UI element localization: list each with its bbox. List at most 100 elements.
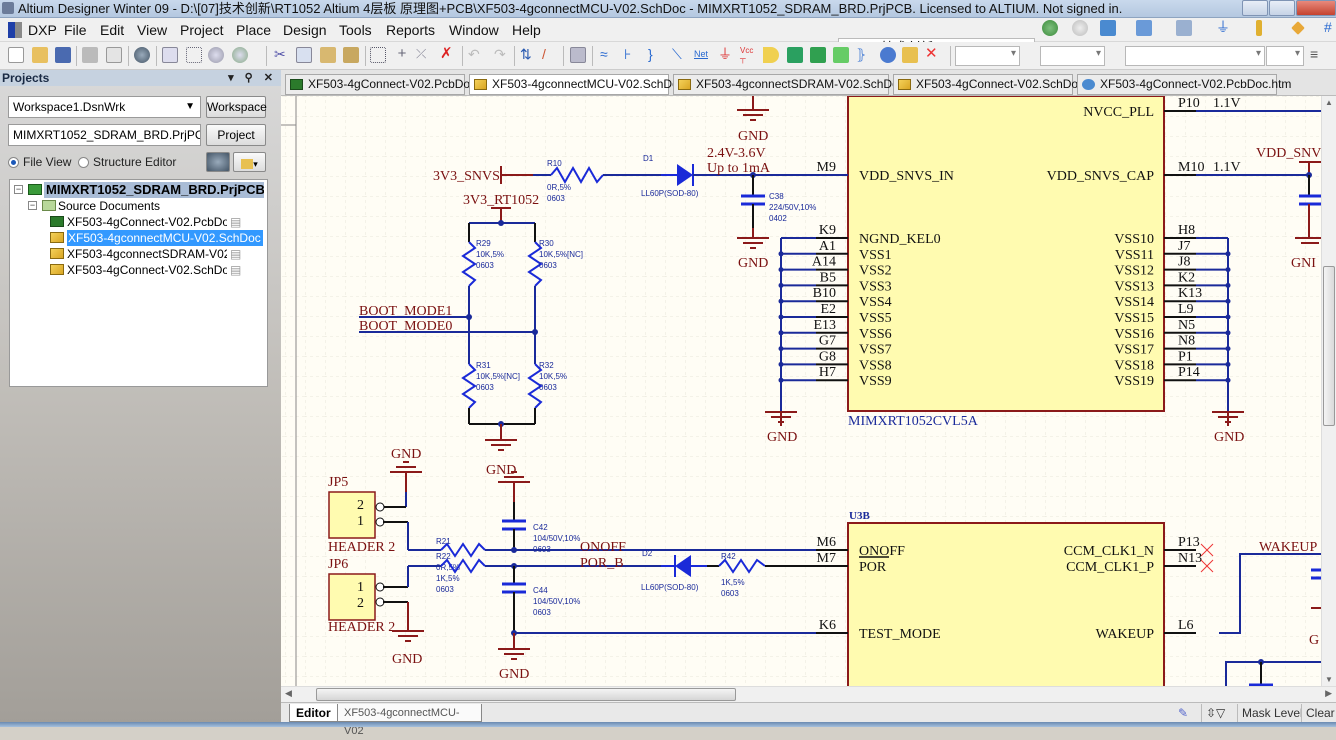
menu-tools[interactable]: Tools	[339, 21, 372, 39]
tab-sdram-schdoc[interactable]: XF503-4gconnectSDRAM-V02.SchDoc	[673, 74, 905, 95]
filter-icon[interactable]: ⇳▽	[1201, 704, 1229, 722]
clear-button[interactable]: Clear	[1301, 704, 1336, 722]
print-preview-icon[interactable]	[106, 47, 122, 63]
place-part-icon[interactable]	[763, 47, 779, 63]
open-folder-icon[interactable]	[32, 47, 48, 63]
grid-icon[interactable]: #	[1324, 20, 1336, 36]
menu-file[interactable]: File	[64, 21, 87, 39]
no-erc-icon[interactable]: ✕	[925, 46, 941, 63]
scroll-left-icon[interactable]: ◀	[285, 688, 292, 699]
panel-controls[interactable]: ▾ ⚲ ✕	[228, 70, 277, 86]
scroll-up-icon[interactable]: ▲	[1325, 98, 1333, 107]
new-file-icon[interactable]	[8, 47, 24, 63]
zoom-area-icon[interactable]	[186, 47, 202, 63]
align-icon[interactable]	[1176, 20, 1192, 36]
3d-view-icon[interactable]	[134, 47, 150, 63]
vertical-scrollbar[interactable]: ▲ ▼	[1321, 96, 1336, 686]
clear-filter-icon[interactable]: ✗	[440, 46, 456, 63]
tree-file-item[interactable]: XF503-4gConnect-V02.SchDoc ▤	[50, 262, 264, 278]
project-field[interactable]: MIMXRT1052_SDRAM_BRD.PrjPCB	[8, 124, 201, 146]
bus-entry-icon[interactable]: }	[648, 47, 664, 63]
menu-view[interactable]: View	[137, 21, 167, 39]
tab-pcbdoc[interactable]: XF503-4gConnect-V02.PcbDoc	[285, 74, 476, 95]
project-options-icon[interactable]	[206, 152, 230, 172]
sheet-entry-icon[interactable]	[810, 47, 826, 63]
tab-mcu-schdoc[interactable]: XF503-4gconnectMCU-V02.SchDoc	[469, 74, 685, 95]
back-icon[interactable]	[1042, 20, 1058, 36]
menu-help[interactable]: Help	[512, 21, 541, 39]
scroll-right-icon[interactable]: ▶	[1325, 688, 1332, 699]
workspace-button[interactable]: Workspace	[206, 96, 267, 118]
schematic-canvas[interactable]: MIMXRT1052CVL5A M9 VDD_SNVS_IN K9 NGND_KEL0…	[281, 96, 1321, 686]
toolbar-combo-2[interactable]	[1040, 46, 1105, 66]
maximize-button[interactable]	[1269, 0, 1295, 16]
horizontal-scroll-thumb[interactable]	[316, 688, 736, 701]
redo-icon[interactable]: ↷	[494, 47, 510, 63]
select-area-icon[interactable]	[370, 47, 386, 63]
project-button[interactable]: Project	[206, 124, 266, 146]
close-button[interactable]	[1296, 0, 1336, 16]
collapse-icon[interactable]: −	[28, 201, 37, 210]
net-label-icon[interactable]: Net	[694, 47, 710, 63]
toolbar-combo-1[interactable]	[955, 46, 1020, 66]
rubber-stamp-icon[interactable]	[343, 47, 359, 63]
harness-entry-icon[interactable]	[880, 47, 896, 63]
vcc-port-icon[interactable]: Vcc ┬	[740, 47, 756, 63]
power-port-icon[interactable]: ⏚	[1216, 20, 1232, 36]
fit-document-icon[interactable]	[162, 47, 178, 63]
home-pin-icon[interactable]	[1100, 20, 1116, 36]
file-view-radio[interactable]: File View	[8, 155, 71, 169]
dxp-logo-icon[interactable]	[8, 22, 22, 38]
document-editor-tab[interactable]: XF503-4gconnectMCU-V02	[337, 704, 482, 737]
gnd-port-icon[interactable]: ⏚	[718, 47, 734, 63]
tree-folder-node[interactable]: − Source Documents	[28, 198, 264, 214]
tree-file-item[interactable]: XF503-4gconnectSDRAM-V02.SchDoc ▤	[50, 246, 264, 262]
hierarchy-icon[interactable]: ⇅	[520, 47, 536, 63]
device-sheet-icon[interactable]	[833, 47, 849, 63]
project-menu-button[interactable]: ▾	[233, 152, 266, 172]
menu-dxp[interactable]: DXP	[28, 21, 57, 39]
deselect-icon[interactable]: ⤫	[416, 47, 432, 63]
menu-place[interactable]: Place	[236, 21, 271, 39]
library-icon[interactable]	[570, 47, 586, 63]
toolbar-combo-3[interactable]	[1125, 46, 1265, 66]
move-icon[interactable]: +	[394, 46, 410, 63]
pen-icon[interactable]: ✎	[1174, 704, 1192, 722]
port-icon[interactable]	[902, 47, 918, 63]
tab-connect-schdoc[interactable]: XF503-4gConnect-V02.SchDoc	[893, 74, 1084, 95]
part-icon[interactable]	[1256, 20, 1262, 36]
horizontal-scrollbar[interactable]: ◀ ▶	[281, 686, 1336, 702]
editor-tab[interactable]: Editor	[289, 704, 338, 722]
save-icon[interactable]	[55, 47, 71, 63]
menu-reports[interactable]: Reports	[386, 21, 435, 39]
cross-probe-icon[interactable]: /	[542, 47, 558, 63]
menu-design[interactable]: Design	[283, 21, 327, 39]
menu-project[interactable]: Project	[180, 21, 224, 39]
sheet-symbol-icon[interactable]	[787, 47, 803, 63]
tab-pcbdoc-htm[interactable]: XF503-4gConnect-V02.PcbDoc.htm	[1077, 74, 1291, 95]
workspace-combo[interactable]: Workspace1.DsnWrk ▼	[8, 96, 201, 118]
collapse-icon[interactable]: −	[14, 185, 23, 194]
scroll-down-icon[interactable]: ▼	[1325, 675, 1333, 684]
menu-edit[interactable]: Edit	[100, 21, 124, 39]
zoom-filtered-icon[interactable]	[232, 47, 248, 63]
paste-icon[interactable]	[320, 47, 336, 63]
junction-icon[interactable]	[1291, 21, 1305, 35]
copy-icon[interactable]	[296, 47, 312, 63]
structure-editor-radio[interactable]: Structure Editor	[78, 155, 176, 169]
print-icon[interactable]	[82, 47, 98, 63]
tree-project-node[interactable]: − MIMXRT1052_SDRAM_BRD.PrjPCB	[14, 182, 264, 198]
measure-icon[interactable]	[1136, 20, 1152, 36]
cut-icon[interactable]: ✂	[274, 47, 290, 63]
mask-level-button[interactable]: Mask Level	[1237, 704, 1307, 722]
tree-file-item[interactable]: XF503-4gConnect-V02.PcbDoc ▤	[50, 214, 264, 230]
undo-icon[interactable]: ↶	[468, 47, 484, 63]
tree-file-item-selected[interactable]: XF503-4gconnectMCU-V02.SchDoc	[50, 230, 264, 246]
bus-icon[interactable]: ⊦	[624, 47, 640, 63]
bus-entry-angle-icon[interactable]: ⟍	[672, 47, 688, 63]
minimize-button[interactable]	[1242, 0, 1268, 16]
toolbar-menu-icon[interactable]: ≡	[1310, 47, 1326, 63]
forward-icon[interactable]	[1072, 20, 1088, 36]
wire-icon[interactable]: ≈	[600, 47, 616, 63]
vertical-scroll-thumb[interactable]	[1323, 266, 1335, 426]
